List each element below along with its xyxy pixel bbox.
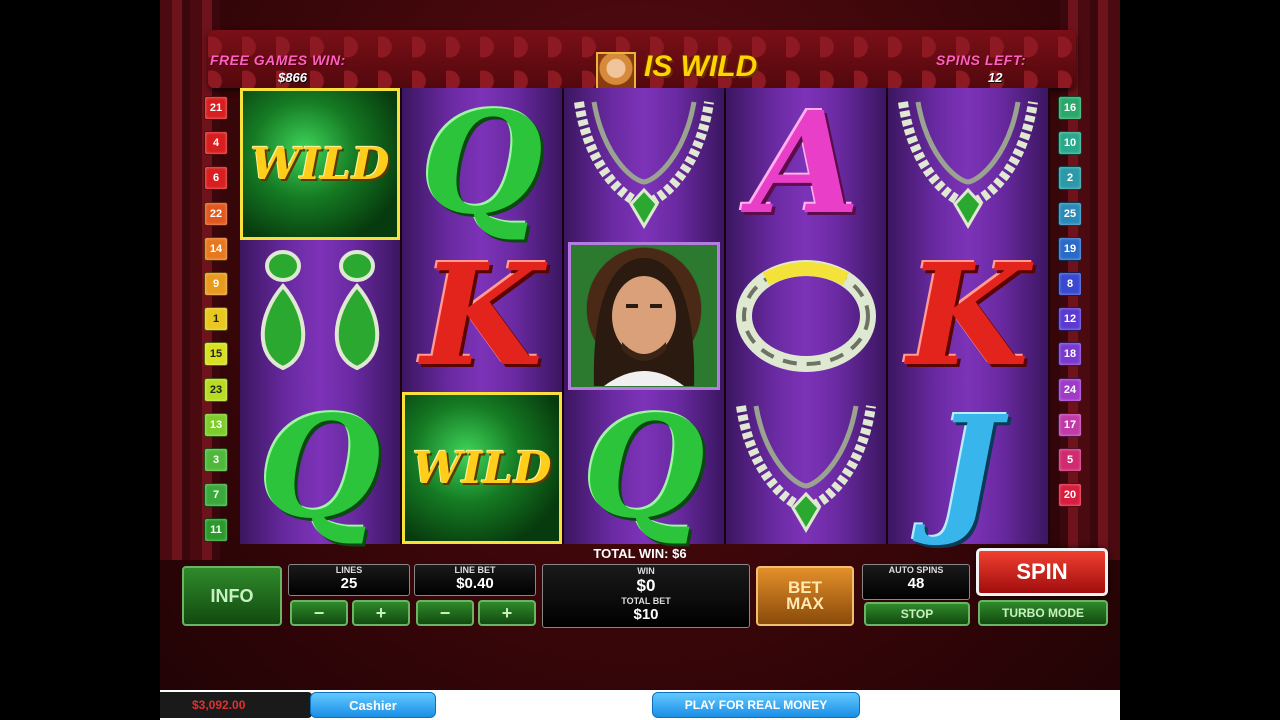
wild-woman-icon	[596, 52, 636, 92]
necklace-symbol	[888, 88, 1048, 240]
necklace-symbol	[564, 88, 724, 240]
payline-left-23: 23	[204, 377, 228, 402]
payline-right-25: 25	[1058, 201, 1082, 226]
total-bet-label: TOTAL BET	[621, 596, 671, 606]
reel-5: K J	[888, 88, 1050, 544]
line-bet-minus-button[interactable]: −	[416, 600, 474, 626]
total-bet-value: $10	[633, 606, 659, 623]
payline-left-15: 15	[204, 342, 228, 367]
spin-button[interactable]: SPIN	[976, 548, 1108, 596]
necklace-icon	[898, 100, 1038, 229]
payline-right-16: 16	[1058, 96, 1082, 120]
lines-plus-button[interactable]: +	[352, 600, 410, 626]
payline-left-9: 9	[204, 271, 228, 296]
reel-3: Q	[564, 88, 726, 544]
payline-right-12: 12	[1058, 307, 1082, 332]
a-symbol: A	[751, 82, 861, 246]
payline-left-13: 13	[204, 412, 228, 437]
is-wild-text: IS WILD	[644, 50, 758, 83]
payline-left-11: 11	[204, 518, 228, 543]
payline-left-14: 14	[204, 236, 228, 261]
earrings-symbol	[240, 240, 400, 392]
payline-left-22: 22	[204, 201, 228, 226]
line-bet-plus-button[interactable]: +	[478, 600, 536, 626]
necklace-icon	[736, 404, 876, 533]
j-symbol: J	[934, 386, 1002, 550]
turbo-mode-button[interactable]: TURBO MODE	[978, 600, 1108, 626]
line-bet-label: LINE BET	[454, 565, 496, 575]
info-button[interactable]: INFO	[182, 566, 282, 626]
bracelet-symbol	[726, 240, 886, 392]
free-games-win-label: FREE GAMES WIN:	[210, 52, 346, 68]
bet-max-button[interactable]: BET MAX	[756, 566, 854, 626]
reel-2: Q K WILD	[402, 88, 564, 544]
payline-left-3: 3	[204, 447, 228, 472]
payline-left-4: 4	[204, 131, 228, 156]
payline-right-10: 10	[1058, 131, 1082, 156]
auto-spins-panel[interactable]: AUTO SPINS 48	[862, 564, 970, 600]
payline-left-21: 21	[204, 96, 228, 120]
balance-box: $3,092.00	[160, 692, 312, 718]
payline-left-7: 7	[204, 483, 228, 508]
free-games-win-value: $866	[278, 70, 307, 85]
wild-symbol: WILD	[240, 88, 400, 240]
payline-right-18: 18	[1058, 342, 1082, 367]
spins-left-value: 12	[988, 70, 1003, 85]
necklace-symbol	[726, 392, 886, 544]
total-win-text: TOTAL WIN: $6	[593, 546, 687, 561]
lines-panel: LINES 25	[288, 564, 410, 596]
wild-symbol: WILD	[402, 392, 562, 544]
payline-left-6: 6	[204, 166, 228, 191]
lines-minus-button[interactable]: −	[290, 600, 348, 626]
q-symbol: Q	[259, 386, 381, 550]
payline-right-5: 5	[1058, 447, 1082, 472]
hero-man-symbol	[568, 242, 720, 390]
lines-label: LINES	[335, 565, 363, 575]
win-bet-panel: WIN $0 TOTAL BET $10	[542, 564, 750, 628]
stop-button[interactable]: STOP	[864, 602, 970, 626]
lines-value: 25	[340, 575, 358, 592]
bracelet-icon	[736, 260, 876, 372]
wild-label: WILD	[250, 138, 390, 190]
payline-right-20: 20	[1058, 483, 1082, 508]
line-bet-value: $0.40	[456, 575, 494, 592]
game-stage: FREE GAMES WIN: $866 IS WILD SPINS LEFT:…	[160, 0, 1120, 720]
spins-left-label: SPINS LEFT:	[936, 52, 1027, 68]
auto-spins-value: 48	[907, 575, 925, 592]
header-banner: FREE GAMES WIN: $866 IS WILD SPINS LEFT:…	[208, 30, 1076, 92]
paylines-right: 16 10 2 25 19 8 12 18 24 17 5 20	[1058, 96, 1084, 518]
q-symbol: Q	[583, 386, 705, 550]
payline-right-17: 17	[1058, 412, 1082, 437]
win-label: WIN	[637, 566, 655, 576]
balance-value: $3,092.00	[192, 698, 246, 712]
k-symbol: K	[421, 234, 543, 398]
payline-right-8: 8	[1058, 271, 1082, 296]
k-symbol: K	[907, 234, 1029, 398]
necklace-icon	[574, 100, 714, 229]
payline-left-1: 1	[204, 307, 228, 332]
payline-right-24: 24	[1058, 377, 1082, 402]
paylines-left: 21 4 6 22 14 9 1 15 23 13 3 7 11	[204, 96, 230, 553]
reel-area: WILD Q Q K WILD Q A K J	[240, 88, 1050, 544]
payline-right-2: 2	[1058, 166, 1082, 191]
earrings-icon	[260, 250, 380, 371]
payline-right-19: 19	[1058, 236, 1082, 261]
cashier-button[interactable]: Cashier	[310, 692, 436, 718]
wild-label: WILD	[412, 442, 552, 494]
man-portrait-icon	[593, 258, 695, 386]
win-value: $0	[636, 576, 656, 595]
play-for-real-money-button[interactable]: PLAY FOR REAL MONEY	[652, 692, 860, 718]
auto-spins-label: AUTO SPINS	[888, 565, 944, 575]
reel-1: WILD Q	[240, 88, 402, 544]
reel-4: A	[726, 88, 888, 544]
q-symbol: Q	[421, 82, 543, 246]
line-bet-panel: LINE BET $0.40	[414, 564, 536, 596]
